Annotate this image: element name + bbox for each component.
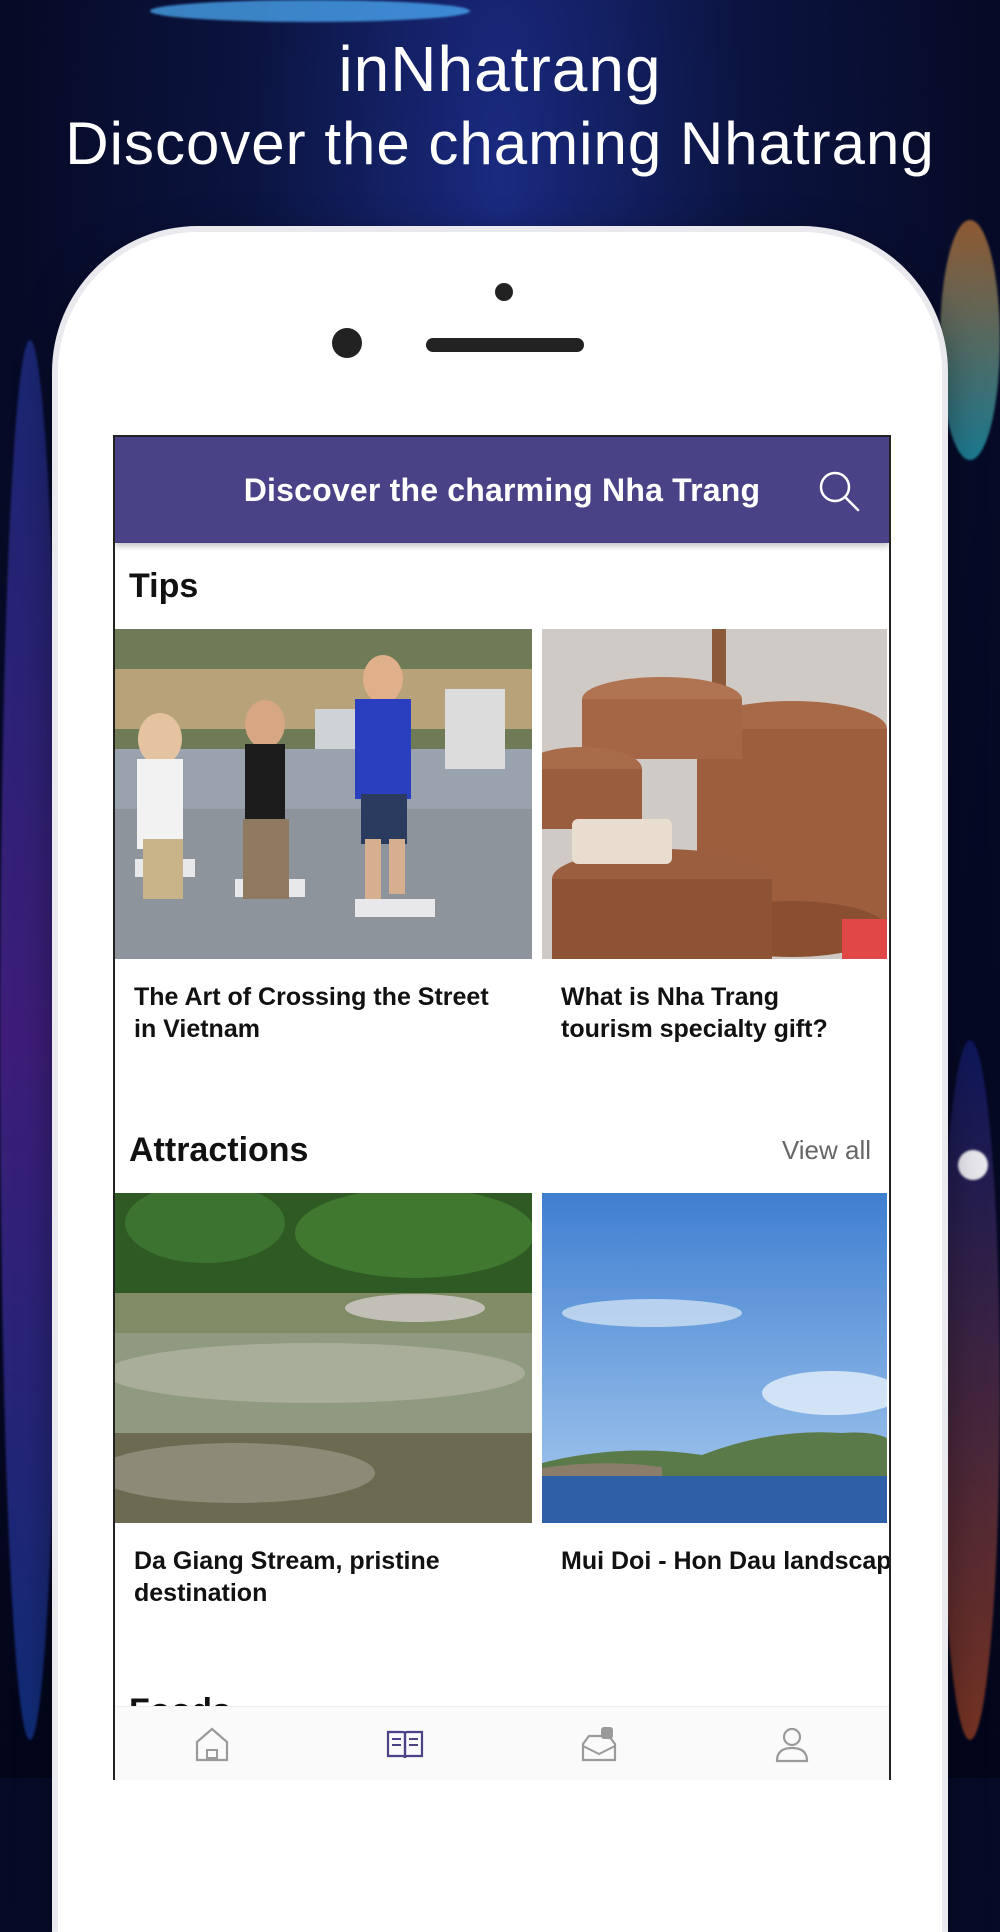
tab-profile[interactable] [762,1714,822,1774]
tab-inbox[interactable] [569,1714,629,1774]
app-screen: Discover the charming Nha Trang Tips The… [113,435,891,1780]
attractions-section-header: Attractions View all [115,1107,889,1193]
tip-card[interactable]: The Art of Crossing the Street in Vietna… [115,629,532,1045]
attraction-card-title: Da Giang Stream, pristine destination [134,1547,440,1607]
tab-home[interactable] [182,1714,242,1774]
promo-header: inNhatrang Discover the chaming Nhatrang [0,30,1000,180]
phone-speaker [426,338,584,352]
tip-card-image [542,629,887,959]
tips-section-header: Tips [115,543,889,629]
view-all-link[interactable]: View all [782,1135,871,1166]
attractions-heading: Attractions [129,1130,309,1169]
user-icon [776,1727,809,1762]
search-icon[interactable] [817,469,861,513]
tip-card[interactable]: What is Nha Trang tourism specialty gift… [542,629,887,1045]
tab-guide[interactable] [375,1714,435,1774]
attraction-card[interactable]: Mui Doi - Hon Dau landscape [542,1193,891,1609]
promo-app-name: inNhatrang [338,33,662,105]
book-icon [387,1730,424,1758]
home-icon [195,1727,228,1761]
phone-sensor [495,283,513,301]
app-bar-title: Discover the charming Nha Trang [243,471,761,508]
tips-carousel[interactable]: The Art of Crossing the Street in Vietna… [115,629,889,1045]
attraction-card-title: Mui Doi - Hon Dau landscape [561,1547,891,1575]
attraction-card-image [542,1193,887,1523]
tip-card-title: The Art of Crossing the Street in Vietna… [134,983,489,1043]
inbox-icon [581,1726,616,1761]
phone-camera [332,328,362,358]
attraction-card[interactable]: Da Giang Stream, pristine destination [115,1193,532,1609]
tip-card-image [115,629,532,959]
tips-heading: Tips [129,566,199,605]
tip-card-title: What is Nha Trang tourism specialty gift… [561,983,828,1043]
app-bar: Discover the charming Nha Trang [115,437,889,543]
promo-tagline: Discover the chaming Nhatrang [65,110,935,177]
attractions-carousel[interactable]: Da Giang Stream, pristine destination Mu… [115,1193,891,1609]
attraction-card-image [115,1193,532,1523]
bottom-tab-bar [115,1706,889,1780]
